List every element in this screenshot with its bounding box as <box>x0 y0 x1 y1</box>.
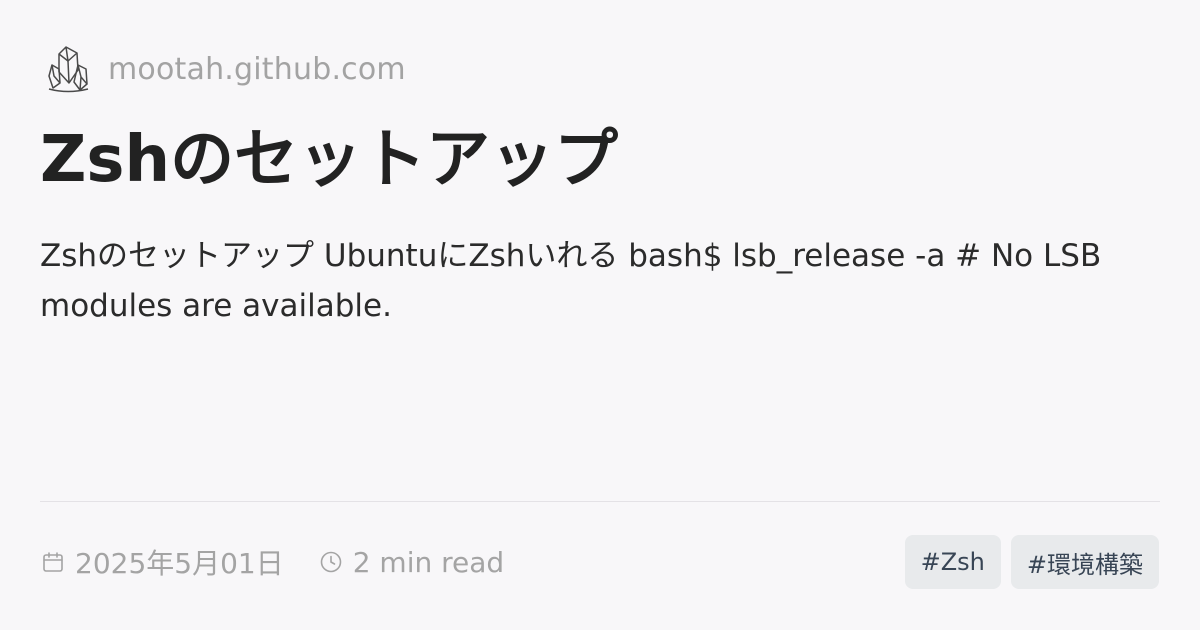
post-date: 2025年5月01日 <box>40 542 284 582</box>
site-header: mootah.github.com <box>40 40 406 98</box>
read-time: 2 min read <box>318 546 504 579</box>
read-time-text: 2 min read <box>352 545 505 579</box>
tag-list: #Zsh #環境構築 <box>904 535 1159 589</box>
site-domain[interactable]: mootah.github.com <box>108 52 406 87</box>
tag-environment-setup[interactable]: #環境構築 <box>1010 535 1159 589</box>
post-meta: 2025年5月01日 2 min read <box>40 540 504 584</box>
tag-zsh[interactable]: #Zsh <box>904 535 1001 589</box>
post-title: Zshのセットアップ <box>40 123 619 197</box>
post-date-text: 2025年5月01日 <box>75 547 284 580</box>
crystal-cluster-icon <box>40 41 96 97</box>
calendar-icon <box>40 549 66 575</box>
divider <box>40 501 1160 502</box>
post-description: Zshのセットアップ UbuntuにZshいれる bash$ lsb_relea… <box>40 238 1102 324</box>
clock-icon <box>318 549 344 575</box>
